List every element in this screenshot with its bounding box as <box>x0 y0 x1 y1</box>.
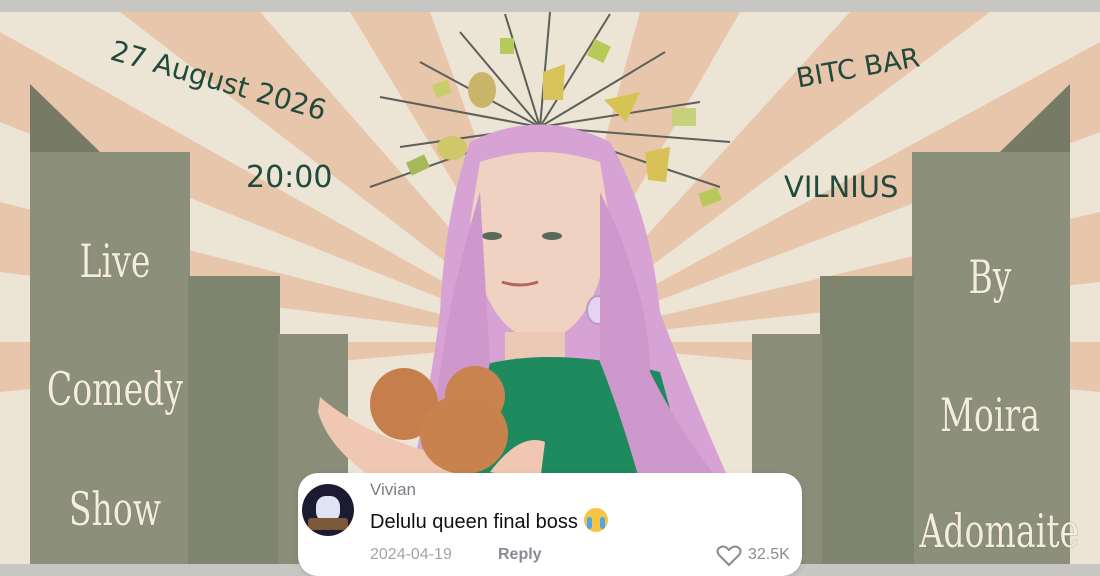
crying-emoji-icon <box>583 508 608 532</box>
commenter-avatar[interactable] <box>302 484 354 536</box>
screenshot: 27 August 2026 20:00 BITC BAR VILNIUS Li… <box>0 0 1100 576</box>
comment-username[interactable]: Vivian <box>370 480 416 500</box>
credit-word-by: By <box>968 250 1012 304</box>
event-time: 20:00 <box>246 160 333 195</box>
reply-button[interactable]: Reply <box>498 546 542 564</box>
avatar-base-icon <box>308 518 348 530</box>
comment-text: Delulu queen final boss <box>370 511 578 533</box>
title-word-comedy: Comedy <box>46 362 184 416</box>
event-city: VILNIUS <box>784 170 899 204</box>
top-bar <box>0 0 1100 12</box>
like-button[interactable]: 32.5K <box>716 545 790 567</box>
title-word-live: Live <box>79 234 151 288</box>
heart-icon <box>716 545 742 567</box>
credit-word-adomaite: Adomaite <box>919 504 1080 558</box>
comment-date: 2024-04-19 <box>370 546 452 563</box>
credit-word-moira: Moira <box>939 388 1041 442</box>
title-word-show: Show <box>68 482 162 536</box>
like-count: 32.5K <box>748 546 790 563</box>
comment-body: Delulu queen final boss <box>370 508 608 534</box>
